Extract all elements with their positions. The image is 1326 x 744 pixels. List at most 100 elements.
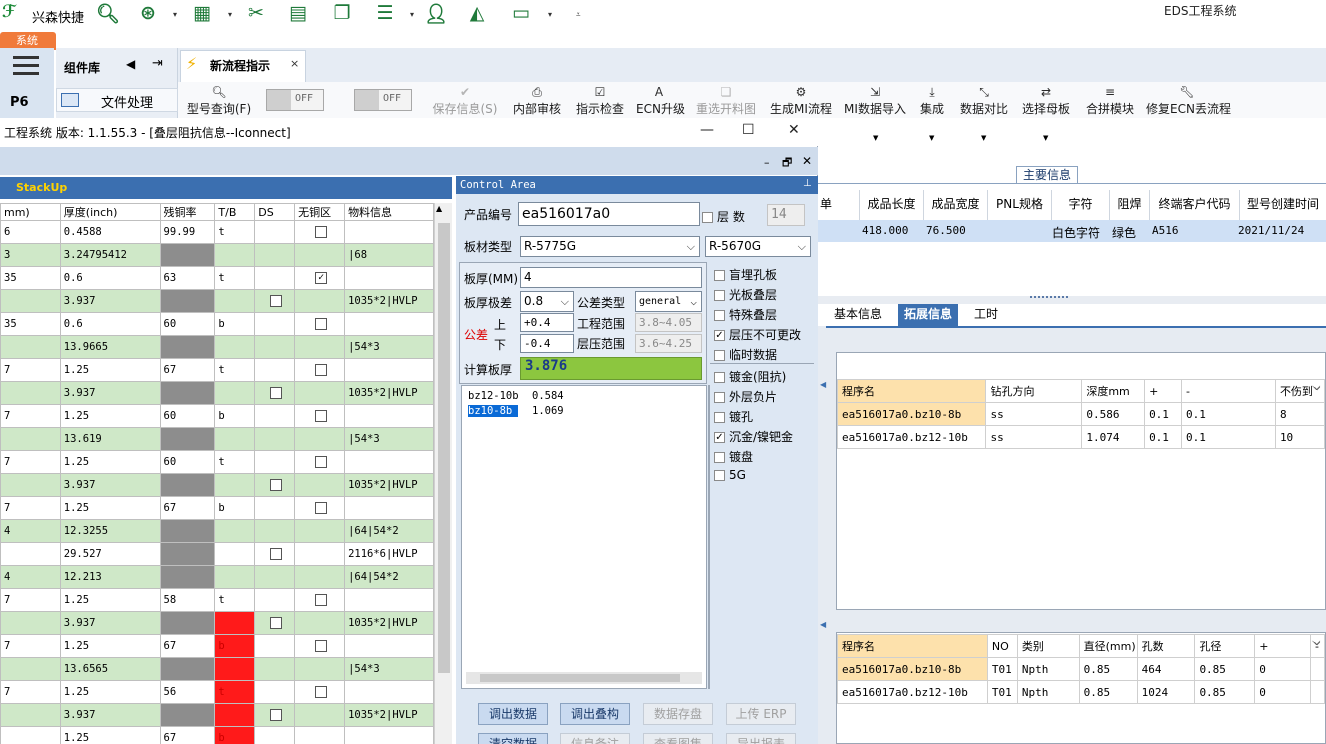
splitter[interactable] xyxy=(818,296,1326,304)
save-info-button[interactable]: ✔ 保存信息(S) xyxy=(430,84,500,118)
stack-cell-material[interactable]: |54*3 xyxy=(344,427,434,451)
stack-cell-no-copper[interactable] xyxy=(294,680,346,704)
checkbox-icon[interactable] xyxy=(270,387,283,399)
checkbox-icon[interactable] xyxy=(270,617,283,629)
checkbox-icon[interactable] xyxy=(315,640,328,652)
stack-cell-ds[interactable] xyxy=(254,473,296,497)
stack-cell-copper-rate[interactable] xyxy=(159,289,216,313)
list-hscrollbar[interactable] xyxy=(466,672,702,684)
checkbox-icon[interactable] xyxy=(315,594,328,606)
stack-cell-copper-rate[interactable] xyxy=(159,243,216,267)
stack-cell-ds[interactable] xyxy=(254,266,296,290)
chart-icon[interactable]: ◭ xyxy=(462,2,492,26)
stack-cell-tb[interactable]: b xyxy=(214,634,256,658)
stack-cell-material[interactable] xyxy=(344,450,434,474)
checkbox-icon[interactable] xyxy=(315,364,328,376)
stack-cell-thickness[interactable]: 3.937 xyxy=(59,611,161,635)
stack-cell-thickness[interactable]: 1.25 xyxy=(59,680,161,704)
stack-cell-no-copper[interactable] xyxy=(294,381,346,405)
stack-cell-ds[interactable] xyxy=(254,289,296,313)
mdi-minimize-icon[interactable]: – xyxy=(764,156,770,169)
stack-cell-thickness[interactable]: 1.25 xyxy=(59,404,161,428)
checkbox-icon[interactable] xyxy=(270,479,283,491)
table-row[interactable]: 7 1.25 60 b xyxy=(0,404,434,428)
stack-cell-no-copper[interactable] xyxy=(294,312,346,336)
load-data-button[interactable]: 调出数据 xyxy=(478,703,548,725)
upper-tolerance-input[interactable]: +0.4 xyxy=(520,313,574,332)
stack-cell-no-copper[interactable] xyxy=(294,427,346,451)
stack-cell-tb[interactable]: t xyxy=(214,588,256,612)
stack-cell-thickness[interactable]: 1.25 xyxy=(59,450,161,474)
view-atlas-button[interactable]: 查看图集 xyxy=(643,733,713,744)
collapse-left-icon[interactable]: ◀ xyxy=(126,57,135,71)
tab-extended-info[interactable]: 拓展信息 xyxy=(898,304,959,326)
chevron-down-icon[interactable]: ▼ xyxy=(873,134,878,142)
stack-cell-tb[interactable]: b xyxy=(214,726,256,744)
stack-cell-mm[interactable]: 35 xyxy=(0,266,61,290)
stack-cell-copper-rate[interactable] xyxy=(159,519,216,543)
stack-cell-material[interactable]: |54*3 xyxy=(344,657,434,681)
stack-cell-mm[interactable]: 6 xyxy=(0,220,61,244)
table-row[interactable]: 3 3.24795412 |68 xyxy=(0,243,434,267)
stack-cell-ds[interactable] xyxy=(254,588,296,612)
stack-cell-no-copper[interactable] xyxy=(294,450,346,474)
stack-cell-material[interactable]: |54*3 xyxy=(344,335,434,359)
checkbox-icon[interactable] xyxy=(315,686,328,698)
checkbox-icon[interactable] xyxy=(315,456,328,468)
stack-cell-material[interactable] xyxy=(344,358,434,382)
stack-cell-ds[interactable] xyxy=(254,450,296,474)
stack-cell-mm[interactable] xyxy=(0,473,61,497)
lam-range-input[interactable]: 3.6~4.25 xyxy=(635,334,702,353)
thickness-tolerance-select[interactable]: 0.8 xyxy=(520,291,574,312)
stack-cell-no-copper[interactable] xyxy=(294,519,346,543)
table-row[interactable]: 3.937 1035*2|HVLP xyxy=(0,611,434,635)
stack-cell-tb[interactable]: b xyxy=(214,496,256,520)
stack-cell-material[interactable]: 1035*2|HVLP xyxy=(344,611,434,635)
stack-cell-material[interactable] xyxy=(344,588,434,612)
stack-cell-copper-rate[interactable] xyxy=(159,381,216,405)
stack-cell-material[interactable] xyxy=(344,404,434,428)
chevron-down-icon[interactable]: ▼ xyxy=(929,134,934,142)
stack-cell-mm[interactable]: 7 xyxy=(0,634,61,658)
stack-cell-material[interactable]: 1035*2|HVLP xyxy=(344,381,434,405)
stack-cell-no-copper[interactable] xyxy=(294,289,346,313)
hamburger-menu-icon[interactable] xyxy=(13,56,39,76)
stack-cell-mm[interactable] xyxy=(0,611,61,635)
load-stackup-button[interactable]: 调出叠构 xyxy=(560,703,630,725)
stack-cell-thickness[interactable]: 3.937 xyxy=(59,703,161,727)
option-checkbox[interactable]: 临时数据 xyxy=(714,346,777,363)
thickness-input[interactable]: 4 xyxy=(520,267,702,288)
stack-cell-material[interactable] xyxy=(344,312,434,336)
clear-data-button[interactable]: 清空数据 xyxy=(478,733,548,744)
stack-cell-no-copper[interactable] xyxy=(294,496,346,520)
stack-cell-mm[interactable] xyxy=(0,427,61,451)
stack-cell-copper-rate[interactable] xyxy=(159,565,216,589)
stack-cell-mm[interactable] xyxy=(0,657,61,681)
stack-cell-mm[interactable] xyxy=(0,381,61,405)
checkbox-icon[interactable]: ✓ xyxy=(315,272,328,284)
collapse-left-icon[interactable]: ◀ xyxy=(820,620,826,629)
chevron-down-icon[interactable]: ▾ xyxy=(410,10,414,19)
option-checkbox[interactable]: 镀金(阻抗) xyxy=(714,368,786,385)
stack-cell-copper-rate[interactable]: 58 xyxy=(159,588,216,612)
stack-cell-tb[interactable] xyxy=(214,381,256,405)
stack-cell-ds[interactable] xyxy=(254,358,296,382)
table-row[interactable]: ea516017a0.bz10-8b ss 0.586 0.1 0.1 8 xyxy=(836,402,1326,426)
stack-cell-tb[interactable] xyxy=(214,473,256,497)
stack-cell-mm[interactable] xyxy=(0,703,61,727)
stack-cell-ds[interactable] xyxy=(254,703,296,727)
stack-cell-material[interactable]: |64|54*2 xyxy=(344,519,434,543)
stack-cell-no-copper[interactable] xyxy=(294,404,346,428)
layers-input[interactable]: 14 xyxy=(767,204,805,226)
stack-cell-thickness[interactable]: 0.6 xyxy=(59,312,161,336)
table-row[interactable]: 3.937 1035*2|HVLP xyxy=(0,381,434,405)
table-row[interactable]: 1.25 67 b xyxy=(0,726,434,744)
checkbox-icon[interactable] xyxy=(315,226,328,238)
file-processing-item[interactable]: 文件处理 xyxy=(56,88,178,112)
stack-cell-mm[interactable] xyxy=(0,542,61,566)
stack-cell-copper-rate[interactable] xyxy=(159,542,216,566)
table-row[interactable]: 4 12.3255 |64|54*2 xyxy=(0,519,434,543)
option-checkbox[interactable]: 镀盘 xyxy=(714,448,753,465)
stack-cell-mm[interactable]: 7 xyxy=(0,450,61,474)
option-checkbox[interactable]: 5G xyxy=(714,468,746,482)
